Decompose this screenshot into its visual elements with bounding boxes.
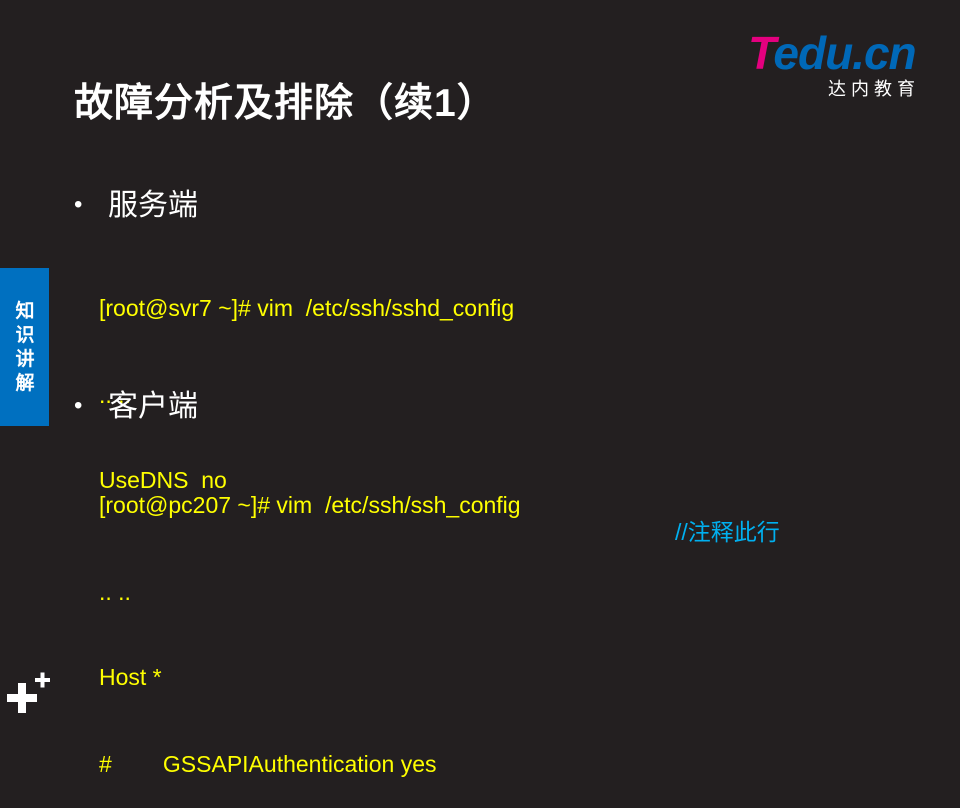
- bullet-client: • 客户端: [74, 381, 198, 425]
- code-line: [root@svr7 ~]# vim /etc/ssh/sshd_config: [99, 295, 515, 321]
- code-line: [root@pc207 ~]# vim /etc/ssh/ssh_config: [99, 492, 521, 518]
- bullet-dot: •: [74, 191, 83, 218]
- bullet-client-label: 客户端: [108, 390, 198, 423]
- bullet-server-label: 服务端: [108, 189, 198, 222]
- slide-title: 故障分析及排除（续1）: [74, 82, 497, 125]
- code-line: Host *: [99, 664, 162, 690]
- tedu-logo: Tedu.cn 达内教育: [748, 28, 938, 100]
- side-tab: 知识讲解: [0, 268, 49, 426]
- code-line: .. ..: [99, 579, 131, 605]
- logo-brand-rest: edu.cn: [773, 27, 916, 79]
- client-code-block: [root@pc207 ~]# vim /etc/ssh/ssh_config …: [99, 433, 521, 808]
- logo-brand-first: T: [748, 27, 774, 79]
- logo-subtitle: 达内教育: [828, 79, 920, 99]
- code-line: # GSSAPIAuthentication yes: [99, 751, 437, 777]
- logo-brand: Tedu.cn: [748, 27, 917, 79]
- side-tab-label: 知识讲解: [15, 301, 35, 394]
- code-comment: //注释此行: [675, 519, 780, 545]
- bullet-server: • 服务端: [74, 180, 198, 224]
- bullet-dot: •: [74, 392, 83, 419]
- plus-icon: [7, 672, 50, 713]
